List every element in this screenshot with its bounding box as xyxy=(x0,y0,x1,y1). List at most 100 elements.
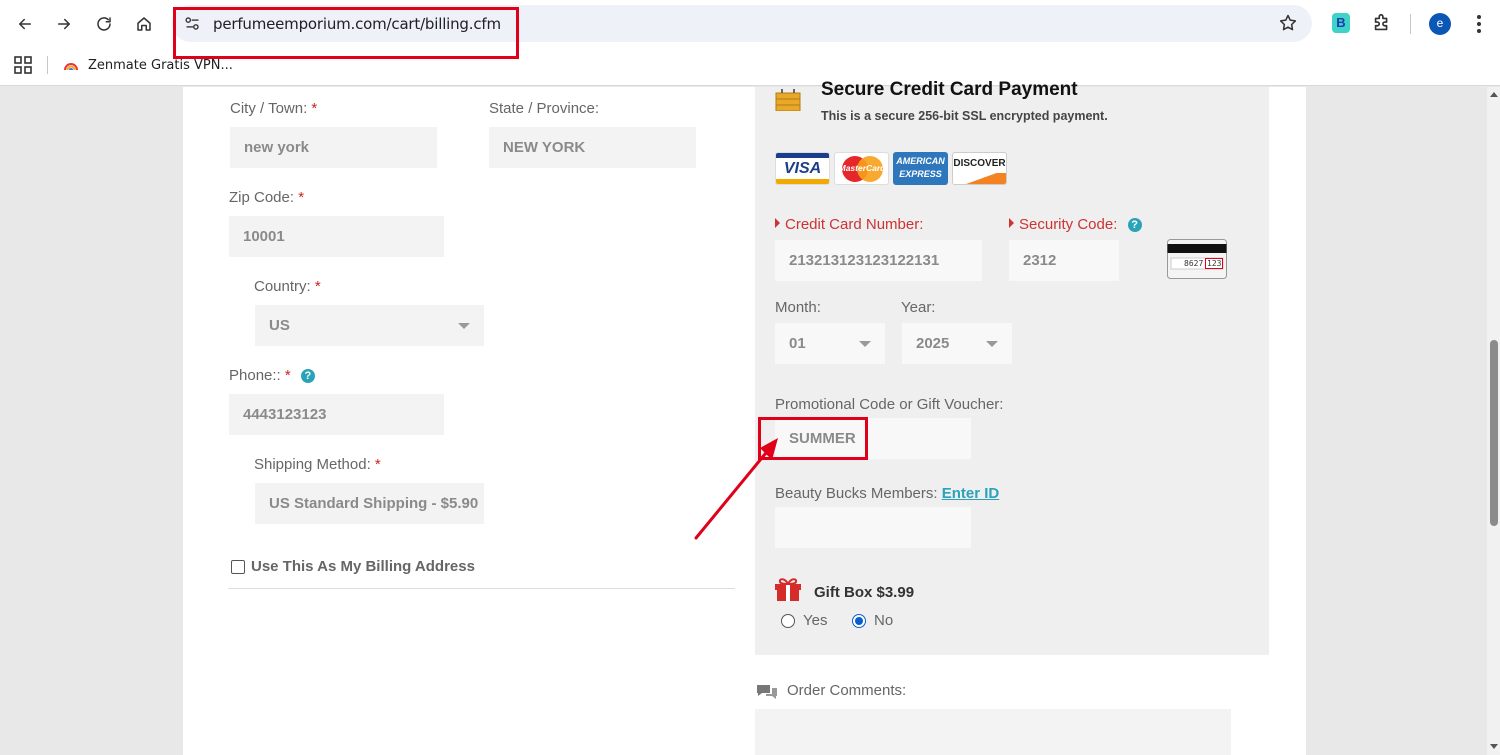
security-code-input[interactable]: 2312 xyxy=(1009,240,1119,281)
required-mark: * xyxy=(298,189,305,206)
forward-button[interactable] xyxy=(52,12,76,36)
cc-number-label-text: Credit Card Number: xyxy=(785,216,924,233)
country-value: US xyxy=(269,317,290,334)
mastercard-logo: MasterCard xyxy=(834,152,889,185)
divider xyxy=(228,588,735,589)
cc-number-label: Credit Card Number: xyxy=(775,216,923,233)
profile-avatar[interactable]: e xyxy=(1429,13,1451,35)
checkbox-box[interactable] xyxy=(231,559,245,574)
month-value: 01 xyxy=(789,335,806,352)
bookmark-star-icon[interactable] xyxy=(1278,13,1298,33)
scroll-down-arrow-icon[interactable] xyxy=(1490,744,1498,749)
country-label-text: Country: xyxy=(254,278,311,295)
country-label: Country: * xyxy=(254,278,321,295)
required-mark: * xyxy=(284,367,291,384)
city-input[interactable]: new york xyxy=(230,127,437,168)
url-annotation-box xyxy=(173,7,519,59)
extension-b-icon[interactable]: B xyxy=(1332,13,1350,33)
dropdown-arrow-icon xyxy=(986,341,998,347)
help-icon[interactable]: ? xyxy=(1127,218,1142,232)
help-icon[interactable]: ? xyxy=(300,369,315,383)
zip-label-text: Zip Code: xyxy=(229,189,295,206)
year-select[interactable]: 2025 xyxy=(902,323,1012,364)
cvv-card-illustration: 8627 123 xyxy=(1167,239,1227,279)
country-select[interactable]: US xyxy=(255,305,484,346)
city-label: City / Town: * xyxy=(230,100,317,117)
billing-page: City / Town: * new york State / Province… xyxy=(183,79,1306,755)
billing-address-checkbox[interactable]: Use This As My Billing Address xyxy=(231,558,475,575)
required-mark: * xyxy=(374,456,381,473)
required-mark: * xyxy=(311,100,318,117)
triangle-bullet-icon xyxy=(1009,218,1014,228)
state-label: State / Province: xyxy=(489,100,600,117)
gift-box-label: Gift Box $3.99 xyxy=(814,584,915,601)
arrow-left-icon xyxy=(19,18,31,30)
zip-input[interactable]: 10001 xyxy=(229,216,444,257)
bookmark-label: Zenmate Gratis VPN... xyxy=(88,57,233,73)
phone-label: Phone:: * ? xyxy=(229,367,315,384)
rainbow-favicon-icon xyxy=(64,63,78,71)
payment-title: Secure Credit Card Payment xyxy=(821,79,1078,100)
order-comments-textarea[interactable] xyxy=(755,709,1231,755)
mastercard-text: MasterCard xyxy=(838,163,886,173)
gift-no-option[interactable]: No xyxy=(852,612,893,629)
amex-logo: AMERICAN EXPRESS xyxy=(893,152,948,185)
gift-yes-option[interactable]: Yes xyxy=(781,612,827,629)
kebab-menu-icon[interactable] xyxy=(1468,12,1490,36)
phone-input[interactable]: 4443123123 xyxy=(229,394,444,435)
annotation-arrow xyxy=(694,438,778,540)
shipping-method-label-text: Shipping Method: xyxy=(254,456,371,473)
visa-logo: VISA xyxy=(775,152,830,185)
gift-no-label: No xyxy=(874,612,894,629)
comments-icon xyxy=(757,685,777,699)
scroll-up-arrow-icon[interactable] xyxy=(1490,92,1498,97)
shipping-method-label: Shipping Method: * xyxy=(254,456,381,473)
scroll-thumb[interactable] xyxy=(1490,340,1498,526)
enter-id-link[interactable]: Enter ID xyxy=(942,485,1000,502)
visa-text: VISA xyxy=(783,160,822,177)
triangle-bullet-icon xyxy=(775,218,780,228)
state-input[interactable]: NEW YORK xyxy=(489,127,696,168)
payment-panel: Secure Credit Card Payment This is a sec… xyxy=(755,79,1269,655)
lock-icon xyxy=(775,89,801,111)
beauty-bucks-label-text: Beauty Bucks Members: xyxy=(775,485,938,502)
phone-label-text: Phone:: xyxy=(229,367,281,384)
month-label: Month: xyxy=(775,299,821,316)
month-select[interactable]: 01 xyxy=(775,323,885,364)
radio-no[interactable] xyxy=(852,613,866,628)
cvv-example-code: 123 xyxy=(1205,258,1224,269)
amex-text: AMERICAN EXPRESS xyxy=(896,156,945,179)
page-scrollbar[interactable] xyxy=(1487,87,1500,755)
back-button[interactable] xyxy=(13,12,37,36)
required-mark: * xyxy=(314,278,321,295)
gift-icon xyxy=(775,578,801,601)
bookmarks-separator xyxy=(47,56,48,74)
arrow-right-icon xyxy=(58,18,70,30)
beauty-bucks-label: Beauty Bucks Members: Enter ID xyxy=(775,485,999,502)
city-label-text: City / Town: xyxy=(230,100,308,117)
security-code-label-text: Security Code: xyxy=(1019,216,1118,233)
zip-label: Zip Code: * xyxy=(229,189,304,206)
discover-logo: DISCOVER xyxy=(952,152,1007,185)
year-value: 2025 xyxy=(916,335,950,352)
security-code-label: Security Code: ? xyxy=(1009,216,1142,233)
promo-code-label: Promotional Code or Gift Voucher: xyxy=(775,396,1004,413)
payment-subtitle: This is a secure 256-bit SSL encrypted p… xyxy=(821,109,1108,123)
discover-text: DISCOVER xyxy=(953,158,1006,169)
home-button[interactable] xyxy=(132,12,156,36)
home-icon xyxy=(137,17,151,31)
order-comments-label: Order Comments: xyxy=(787,682,907,699)
shipping-method-select[interactable]: US Standard Shipping - $5.90 xyxy=(255,483,484,524)
radio-yes[interactable] xyxy=(781,613,795,628)
toolbar-separator xyxy=(1410,14,1411,34)
reload-button[interactable] xyxy=(92,12,116,36)
dropdown-arrow-icon xyxy=(859,341,871,347)
cc-number-input[interactable]: 213213123123122131 xyxy=(775,240,982,281)
cvv-example-digits: 8627 xyxy=(1184,259,1204,268)
year-label: Year: xyxy=(901,299,936,316)
gift-yes-label: Yes xyxy=(803,612,828,629)
extensions-puzzle-icon[interactable] xyxy=(1371,12,1393,34)
apps-grid-icon[interactable] xyxy=(14,56,32,74)
beauty-bucks-input[interactable] xyxy=(775,507,971,548)
billing-checkbox-label: Use This As My Billing Address xyxy=(251,558,475,575)
